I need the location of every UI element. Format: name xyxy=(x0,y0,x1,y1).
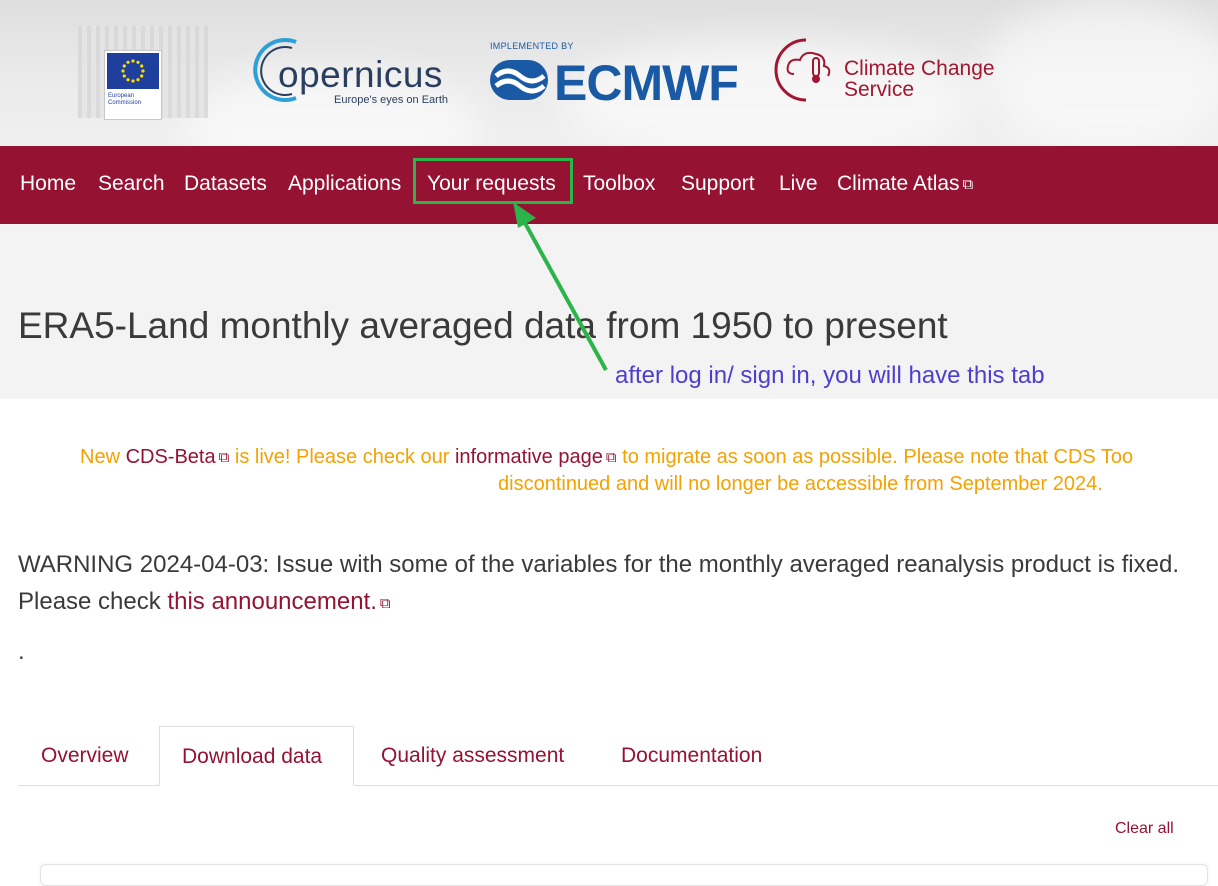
header-banner: European Commission opernicus Europe's e… xyxy=(0,0,1218,146)
tab-quality-assessment[interactable]: Quality assessment xyxy=(381,726,564,786)
european-commission-logo[interactable]: European Commission xyxy=(78,26,208,120)
tab-overview[interactable]: Overview xyxy=(41,726,129,786)
external-link-icon: ⧉ xyxy=(379,595,391,612)
main-nav: Home Search Datasets Applications Your r… xyxy=(0,146,1218,224)
informative-page-link[interactable]: informative page ⧉ xyxy=(455,446,617,468)
c3s-line1: Climate Change xyxy=(844,57,995,80)
ecmwf-logo[interactable]: IMPLEMENTED BY ECMWF xyxy=(488,40,748,111)
copernicus-wordmark: opernicus xyxy=(278,54,443,95)
implemented-by-label: IMPLEMENTED BY xyxy=(490,41,574,51)
external-link-icon: ⧉ xyxy=(962,176,974,193)
ecmwf-waves-icon xyxy=(490,60,548,100)
ecmwf-wordmark: ECMWF xyxy=(554,55,739,111)
annotation-text: after log in/ sign in, you will have thi… xyxy=(615,362,1045,389)
warning-label: WARNING 2024-04-03 xyxy=(18,551,263,578)
notice-line-1: New CDS-Beta ⧉ is live! Please check our … xyxy=(80,446,1134,468)
ec-logo-text: European Commission xyxy=(108,93,142,106)
tab-documentation[interactable]: Documentation xyxy=(621,726,762,786)
clear-all-link[interactable]: Clear all xyxy=(1115,820,1174,838)
announcement-link[interactable]: this announcement. ⧉ xyxy=(167,588,390,615)
stray-dot: . xyxy=(18,638,25,665)
page-title: ERA5-Land monthly averaged data from 195… xyxy=(18,305,948,346)
thermometer-cloud-icon xyxy=(774,38,831,102)
copernicus-tagline: Europe's eyes on Earth xyxy=(334,94,449,106)
copernicus-logo[interactable]: opernicus Europe's eyes on Earth xyxy=(252,32,457,112)
climate-change-service-logo[interactable]: Climate Change Service xyxy=(772,34,1012,106)
nav-datasets[interactable]: Datasets xyxy=(184,146,267,224)
tab-download-data[interactable]: Download data xyxy=(159,726,354,786)
nav-search[interactable]: Search xyxy=(98,146,165,224)
external-link-icon: ⧉ xyxy=(605,449,617,466)
c3s-line2: Service xyxy=(844,78,915,101)
download-form-panel xyxy=(40,864,1208,886)
nav-toolbox[interactable]: Toolbox xyxy=(583,146,655,224)
notice-line-2: discontinued and will no longer be acces… xyxy=(498,473,1103,495)
warning-message: WARNING 2024-04-03: Issue with some of t… xyxy=(18,546,1198,622)
eu-flag-icon xyxy=(107,53,159,89)
nav-live[interactable]: Live xyxy=(779,146,818,224)
cds-beta-link[interactable]: CDS-Beta ⧉ xyxy=(126,446,230,468)
nav-support[interactable]: Support xyxy=(681,146,755,224)
external-link-icon: ⧉ xyxy=(218,449,230,466)
nav-climate-atlas[interactable]: Climate Atlas ⧉ xyxy=(837,146,973,224)
highlight-box-your-requests xyxy=(413,158,573,204)
nav-applications[interactable]: Applications xyxy=(288,146,401,224)
nav-home[interactable]: Home xyxy=(20,146,76,224)
nav-climate-atlas-label: Climate Atlas xyxy=(837,172,960,195)
